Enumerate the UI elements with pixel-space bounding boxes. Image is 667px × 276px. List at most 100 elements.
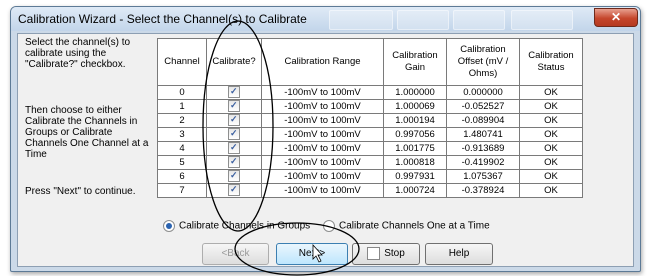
title-bar[interactable]: Calibration Wizard - Select the Channel(… [11, 7, 640, 31]
calibrate-cell: ✓ [206, 113, 262, 128]
checkmark-icon: ✓ [230, 184, 238, 195]
offset-cell: -0.419902 [446, 155, 520, 170]
next-button[interactable]: Next> [276, 243, 348, 265]
table-row: 4 ✓ -100mV to 100mV 1.001775 -0.913689 OK [157, 141, 583, 156]
range-cell: -100mV to 100mV [261, 183, 384, 198]
offset-cell: -0.378924 [446, 183, 520, 198]
calibrate-checkbox[interactable]: ✓ [228, 156, 240, 169]
title-bar-background-window [329, 10, 393, 30]
channel-cell: 4 [157, 141, 207, 156]
radio-selected-icon [163, 220, 175, 232]
calibrate-cell: ✓ [206, 169, 262, 184]
gain-cell: 1.000194 [383, 113, 447, 128]
checkmark-icon: ✓ [230, 100, 238, 111]
calibrate-checkbox[interactable]: ✓ [228, 86, 240, 99]
checkmark-icon: ✓ [230, 114, 238, 125]
range-cell: -100mV to 100mV [261, 127, 384, 142]
status-cell: OK [519, 141, 583, 156]
status-cell: OK [519, 99, 583, 114]
table-header-row: Channel Calibrate? Calibration Range Cal… [157, 38, 583, 86]
offset-cell: -0.089904 [446, 113, 520, 128]
column-header-offset: Calibration Offset (mV / Ohms) [446, 38, 520, 86]
stop-label: Stop [384, 248, 405, 259]
channel-cell: 6 [157, 169, 207, 184]
instruction-select-channels: Select the channel(s) to calibrate using… [25, 37, 131, 70]
channel-cell: 2 [157, 113, 207, 128]
stop-button[interactable]: Stop [352, 243, 420, 265]
status-cell: OK [519, 113, 583, 128]
wizard-body: Select the channel(s) to calibrate using… [17, 33, 634, 267]
offset-cell: 1.480741 [446, 127, 520, 142]
table-row: 5 ✓ -100mV to 100mV 1.000818 -0.419902 OK [157, 155, 583, 170]
status-cell: OK [519, 85, 583, 100]
table-row: 7 ✓ -100mV to 100mV 1.000724 -0.378924 OK [157, 183, 583, 198]
instruction-choose-mode: Then choose to either Calibrate the Chan… [25, 105, 149, 160]
instruction-press-next: Press "Next" to continue. [25, 186, 136, 197]
range-cell: -100mV to 100mV [261, 113, 384, 128]
table-row: 6 ✓ -100mV to 100mV 0.997931 1.075367 OK [157, 169, 583, 184]
calibrate-checkbox[interactable]: ✓ [228, 170, 240, 183]
window-title: Calibration Wizard - Select the Channel(… [18, 12, 307, 26]
radio-unselected-icon [323, 220, 335, 232]
channel-cell: 1 [157, 99, 207, 114]
calibrate-checkbox[interactable]: ✓ [228, 184, 240, 197]
calibrate-cell: ✓ [206, 155, 262, 170]
column-header-status: Calibration Status [519, 38, 583, 86]
title-bar-background-window [511, 10, 573, 30]
checkmark-icon: ✓ [230, 170, 238, 181]
checkmark-icon: ✓ [230, 156, 238, 167]
table-row: 2 ✓ -100mV to 100mV 1.000194 -0.089904 OK [157, 113, 583, 128]
calibrate-checkbox[interactable]: ✓ [228, 100, 240, 113]
status-cell: OK [519, 169, 583, 184]
offset-cell: -0.052527 [446, 99, 520, 114]
gain-cell: 1.001775 [383, 141, 447, 156]
checkmark-icon: ✓ [230, 86, 238, 97]
column-header-calibrate: Calibrate? [206, 38, 262, 86]
radio-label: Calibrate Channels One at a Time [339, 220, 490, 232]
status-cell: OK [519, 127, 583, 142]
title-bar-background-window [453, 10, 505, 30]
gain-cell: 1.000818 [383, 155, 447, 170]
column-header-range: Calibration Range [261, 38, 384, 86]
radio-label: Calibrate Channels in Groups [179, 220, 311, 232]
table-row: 0 ✓ -100mV to 100mV 1.000000 0.000000 OK [157, 85, 583, 100]
status-cell: OK [519, 155, 583, 170]
help-button[interactable]: Help [425, 243, 493, 265]
radio-calibrate-one-at-a-time[interactable]: Calibrate Channels One at a Time [323, 220, 490, 232]
table-row: 3 ✓ -100mV to 100mV 0.997056 1.480741 OK [157, 127, 583, 142]
calibrate-checkbox[interactable]: ✓ [228, 128, 240, 141]
gain-cell: 1.000724 [383, 183, 447, 198]
close-icon: ✕ [610, 10, 622, 24]
gain-cell: 0.997056 [383, 127, 447, 142]
calibrate-cell: ✓ [206, 85, 262, 100]
title-bar-background-window [397, 10, 449, 30]
close-button[interactable]: ✕ [594, 8, 638, 27]
gain-cell: 1.000000 [383, 85, 447, 100]
range-cell: -100mV to 100mV [261, 99, 384, 114]
calibrate-checkbox[interactable]: ✓ [228, 142, 240, 155]
channel-cell: 3 [157, 127, 207, 142]
column-header-channel: Channel [157, 38, 207, 86]
calibrate-cell: ✓ [206, 127, 262, 142]
gain-cell: 0.997931 [383, 169, 447, 184]
gain-cell: 1.000069 [383, 99, 447, 114]
calibration-wizard-window: Calibration Wizard - Select the Channel(… [10, 6, 641, 272]
range-cell: -100mV to 100mV [261, 141, 384, 156]
back-button[interactable]: <Back [202, 243, 269, 265]
channel-cell: 5 [157, 155, 207, 170]
table-row: 1 ✓ -100mV to 100mV 1.000069 -0.052527 OK [157, 99, 583, 114]
checkmark-icon: ✓ [230, 142, 238, 153]
offset-cell: 1.075367 [446, 169, 520, 184]
calibrate-checkbox[interactable]: ✓ [228, 114, 240, 127]
column-header-gain: Calibration Gain [383, 38, 447, 86]
channel-cell: 0 [157, 85, 207, 100]
radio-calibrate-in-groups[interactable]: Calibrate Channels in Groups [163, 220, 310, 232]
calibrate-cell: ✓ [206, 141, 262, 156]
channel-table: Channel Calibrate? Calibration Range Cal… [157, 38, 583, 198]
range-cell: -100mV to 100mV [261, 155, 384, 170]
channel-cell: 7 [157, 183, 207, 198]
calibrate-cell: ✓ [206, 99, 262, 114]
status-cell: OK [519, 183, 583, 198]
range-cell: -100mV to 100mV [261, 169, 384, 184]
range-cell: -100mV to 100mV [261, 85, 384, 100]
